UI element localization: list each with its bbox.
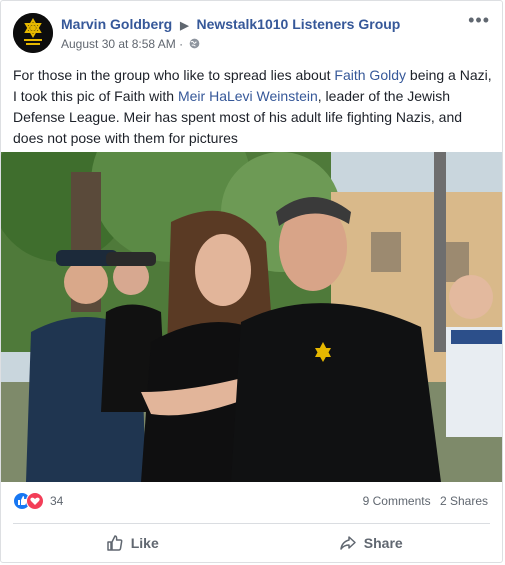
share-button[interactable]: Share (252, 524, 491, 562)
post-text: For those in the group who like to sprea… (13, 67, 492, 146)
mention-faith-goldy[interactable]: Faith Goldy (334, 67, 406, 83)
post-photo[interactable] (1, 152, 502, 482)
reactions-bar: 34 9 Comments 2 Shares (13, 489, 490, 513)
shares-count[interactable]: 2 Shares (440, 494, 488, 508)
globe-icon[interactable] (189, 38, 200, 49)
engagement-counts: 9 Comments 2 Shares (357, 494, 488, 508)
post-card: Marvin Goldberg ▶ Newstalk1010 Listeners… (0, 0, 503, 563)
post-title: Marvin Goldberg ▶ Newstalk1010 Listeners… (61, 16, 400, 32)
avatar[interactable] (13, 13, 53, 53)
post-meta: August 30 at 8:58 AM · (61, 37, 200, 51)
like-button[interactable]: Like (13, 524, 252, 562)
share-arrow-icon (340, 536, 356, 550)
comments-count[interactable]: 9 Comments (363, 494, 431, 508)
mention-meir-weinstein[interactable]: Meir HaLevi Weinstein (178, 88, 318, 104)
post-timestamp[interactable]: August 30 at 8:58 AM (61, 37, 176, 51)
like-label: Like (130, 535, 159, 551)
action-bar: Like Share (13, 523, 490, 562)
triangle-right-icon: ▶ (180, 20, 189, 32)
group-name[interactable]: Newstalk1010 Listeners Group (196, 16, 400, 32)
reaction-count[interactable]: 34 (50, 494, 63, 508)
author-name[interactable]: Marvin Goldberg (61, 16, 172, 32)
post-header: Marvin Goldberg ▶ Newstalk1010 Listeners… (13, 11, 490, 57)
more-options-icon[interactable]: ••• (468, 11, 490, 29)
share-label: Share (363, 535, 403, 551)
love-icon (26, 492, 44, 510)
thumbs-up-icon (106, 535, 123, 551)
